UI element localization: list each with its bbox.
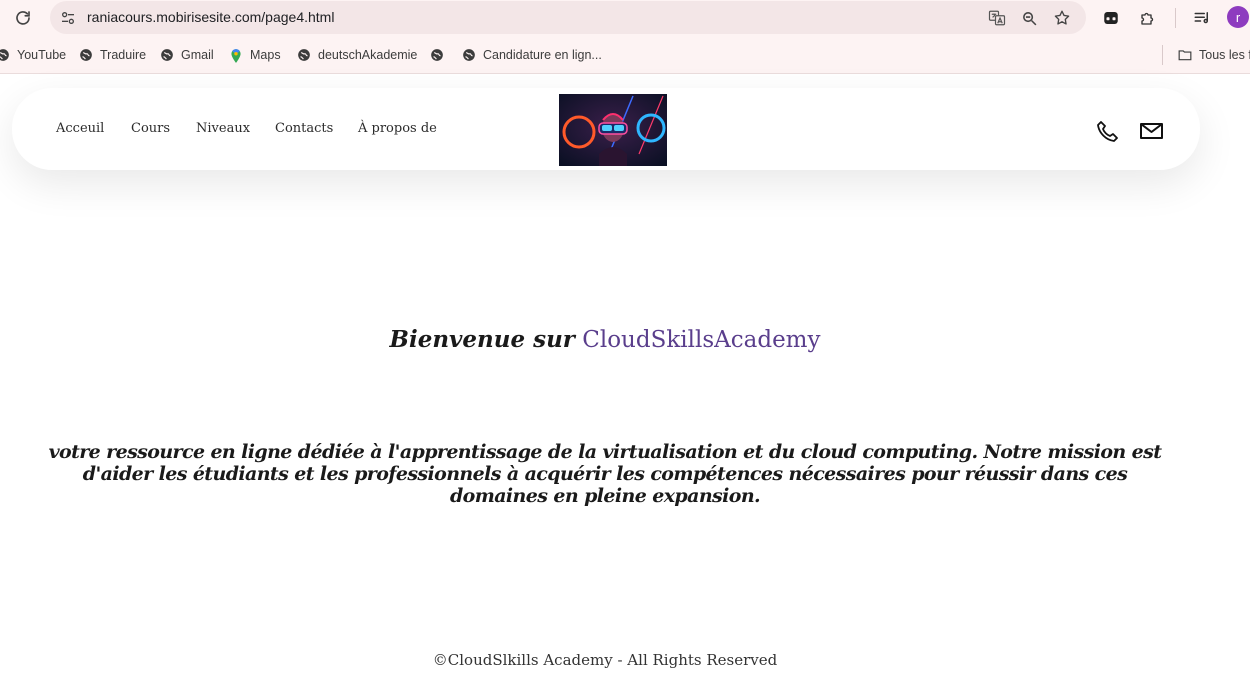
incognito-icon[interactable] (1099, 6, 1123, 30)
media-queue-icon[interactable] (1190, 6, 1214, 30)
bookmark-youtube[interactable]: YouTube (0, 46, 66, 64)
bookmark-folder-all[interactable]: Tous les f (1178, 46, 1250, 64)
bookmark-traduire[interactable]: Traduire (79, 46, 146, 64)
welcome-heading: Bienvenue sur CloudSkillsAcademy (0, 326, 1210, 353)
mail-icon[interactable] (1139, 119, 1165, 143)
bookmarks-bar: YouTube Traduire Gmail Maps deutschAkade… (0, 36, 1250, 74)
globe-icon (462, 48, 476, 62)
url-text[interactable]: raniacours.mobirisesite.com/page4.html (87, 9, 334, 25)
phone-icon[interactable] (1096, 119, 1122, 143)
globe-icon (297, 48, 311, 62)
globe-icon (0, 48, 10, 62)
bookmark-label: YouTube (17, 48, 67, 62)
zoom-icon[interactable] (1018, 7, 1040, 29)
welcome-prefix: Bienvenue sur (389, 326, 575, 353)
toolbar-divider (1175, 8, 1176, 28)
bookmark-deutschakademie[interactable]: deutschAkademie (297, 46, 417, 64)
bookmark-gmail[interactable]: Gmail (160, 46, 214, 64)
folder-icon (1178, 48, 1192, 62)
brand-name: CloudSkillsAcademy (582, 327, 821, 353)
bookmark-star-icon[interactable] (1051, 7, 1073, 29)
site-logo[interactable] (559, 94, 667, 166)
nav-link-cours[interactable]: Cours (131, 121, 170, 136)
globe-icon (79, 48, 93, 62)
nav-link-contacts[interactable]: Contacts (275, 121, 333, 136)
bookmark-label: Maps (250, 48, 281, 62)
reload-icon[interactable] (10, 5, 36, 31)
nav-link-niveaux[interactable]: Niveaux (196, 121, 250, 136)
bookmark-maps[interactable]: Maps (229, 46, 281, 64)
bookmark-candidature[interactable]: Candidature en lign... (462, 46, 602, 64)
maps-pin-icon (229, 48, 243, 63)
translate-icon[interactable] (986, 7, 1008, 29)
profile-avatar[interactable]: r (1227, 6, 1249, 28)
nav-link-acceuil[interactable]: Acceuil (56, 121, 104, 136)
bookmarks-divider (1162, 45, 1163, 65)
browser-toolbar: raniacours.mobirisesite.com/page4.html r (0, 0, 1250, 36)
globe-icon (160, 48, 174, 62)
site-navbar: Acceuil Cours Niveaux Contacts À propos … (12, 88, 1200, 170)
bookmark-label: Candidature en lign... (483, 48, 602, 62)
bookmark-label: Traduire (100, 48, 147, 62)
bookmark-label: deutschAkademie (318, 48, 418, 62)
address-bar[interactable]: raniacours.mobirisesite.com/page4.html (50, 1, 1086, 34)
nav-link-a-propos[interactable]: À propos de (358, 121, 437, 136)
globe-icon (430, 48, 444, 62)
bookmark-label: Tous les f (1199, 48, 1250, 62)
extensions-icon[interactable] (1136, 6, 1160, 30)
bookmark-untitled[interactable] (430, 46, 451, 64)
site-info-icon[interactable] (58, 8, 78, 28)
bookmark-label: Gmail (181, 48, 214, 62)
hero-description: votre ressource en ligne dédiée à l'appr… (48, 441, 1162, 507)
footer-copyright: ©CloudSlkills Academy - All Rights Reser… (432, 651, 778, 669)
